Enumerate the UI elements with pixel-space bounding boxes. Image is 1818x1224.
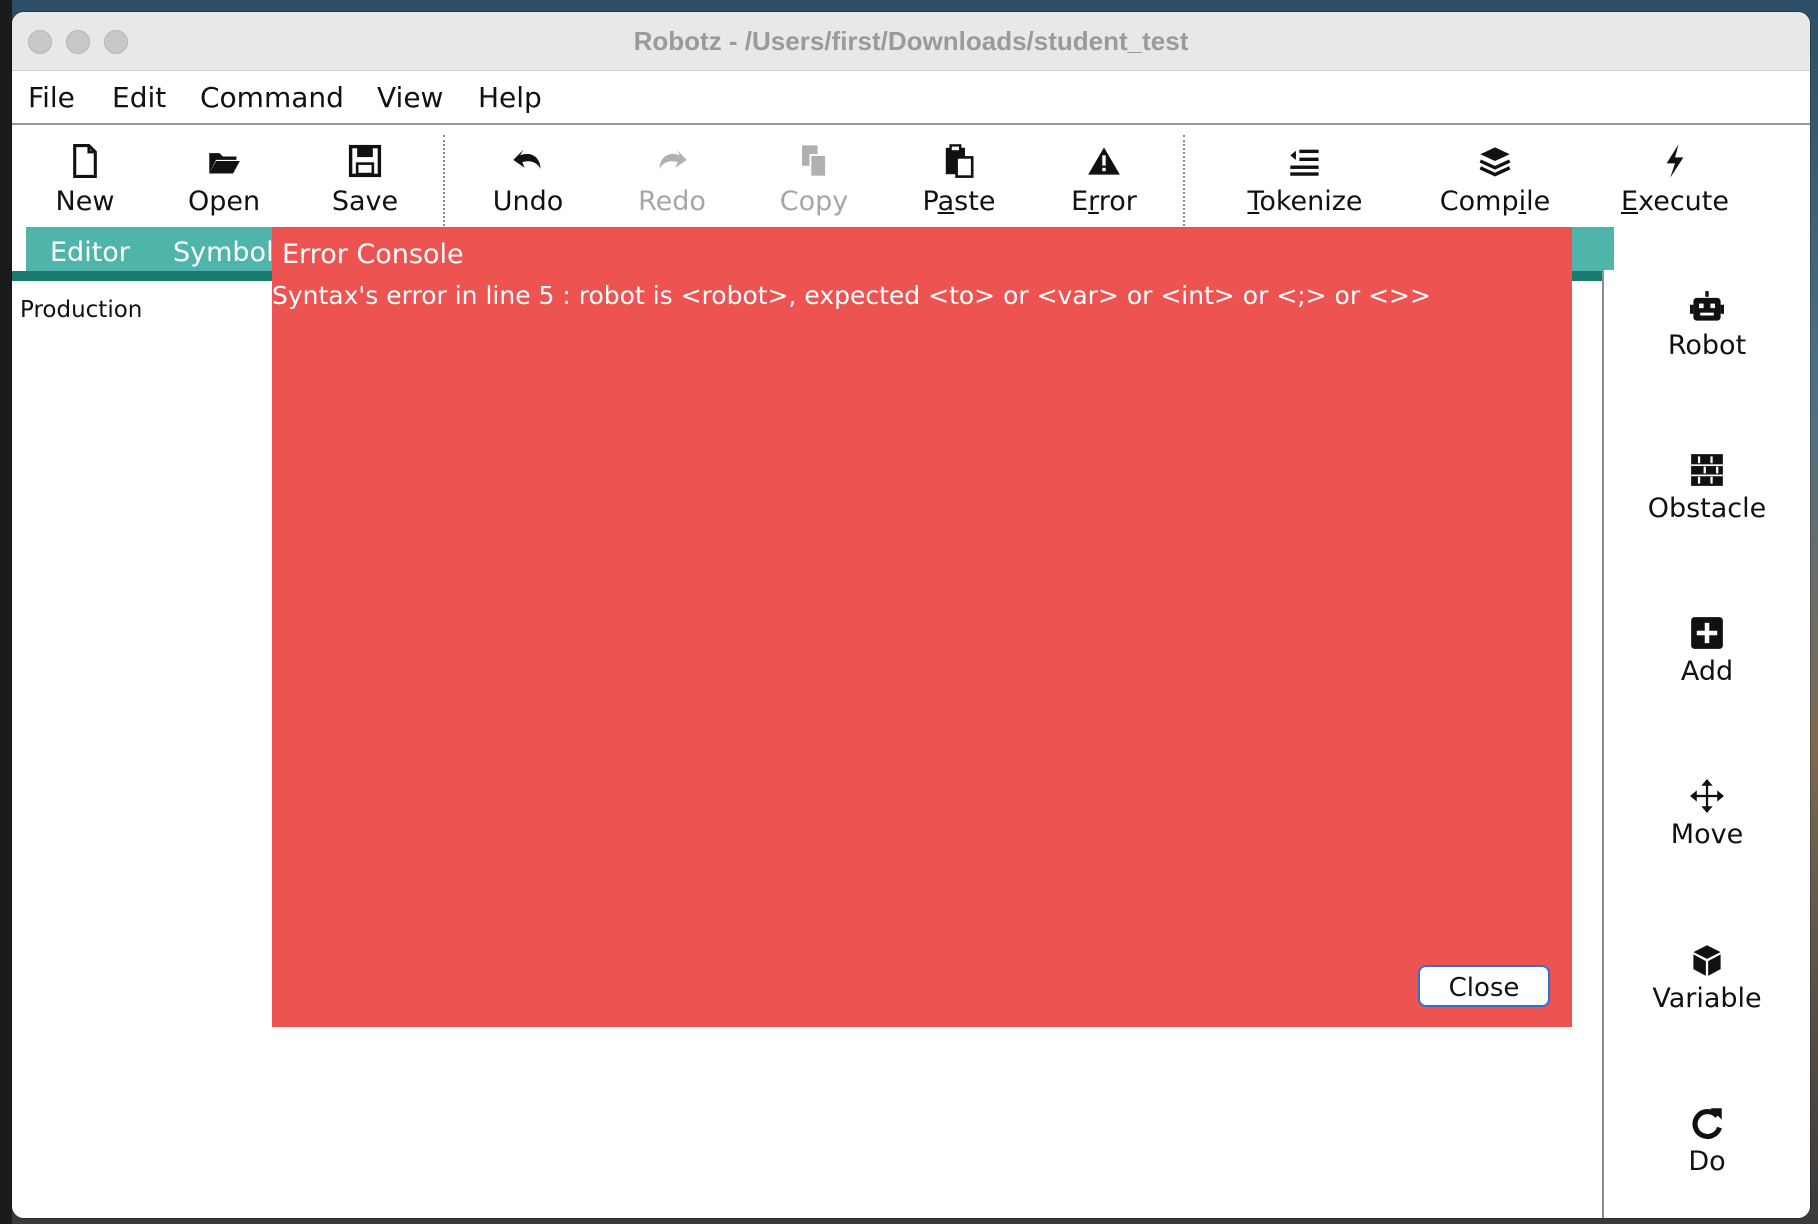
floppy-disk-icon <box>295 143 435 185</box>
save-button[interactable]: Save <box>295 143 435 219</box>
execute-label: Execute <box>1621 186 1729 217</box>
redo-button[interactable]: Redo <box>602 143 742 219</box>
obstacle-button[interactable]: Obstacle <box>1604 453 1810 524</box>
menu-command[interactable]: Command <box>200 81 344 114</box>
add-button[interactable]: Add <box>1604 616 1810 687</box>
open-label: Open <box>187 186 261 217</box>
open-button[interactable]: Open <box>154 143 294 219</box>
clipboard-paste-icon <box>889 143 1029 185</box>
error-console-dialog: Error Console Syntax's error in line 5 :… <box>272 227 1572 1027</box>
indent-list-icon <box>1234 143 1376 185</box>
tab-editor[interactable]: Editor <box>50 237 130 268</box>
window-title: Robotz - /Users/first/Downloads/student_… <box>633 26 1189 56</box>
compile-label: Compile <box>1439 186 1551 217</box>
command-sidebar: Robot Obstacle Add Move Variable Do <box>1604 270 1810 1218</box>
variable-button[interactable]: Variable <box>1604 943 1810 1014</box>
new-button[interactable]: New <box>15 143 155 219</box>
warning-triangle-icon <box>1034 143 1174 185</box>
error-button[interactable]: Error <box>1034 143 1174 219</box>
paste-label: Paste <box>922 186 996 217</box>
robot-button[interactable]: Robot <box>1604 290 1810 361</box>
undo-label: Undo <box>492 186 564 217</box>
robot-label: Robot <box>1667 330 1747 361</box>
move-button[interactable]: Move <box>1604 779 1810 850</box>
execute-button[interactable]: Execute <box>1604 143 1746 219</box>
error-label: Error <box>1071 186 1137 217</box>
app-window: Robotz - /Users/first/Downloads/student_… <box>12 12 1810 1218</box>
toolbar-separator <box>1183 135 1185 230</box>
cube-icon <box>1690 945 1724 981</box>
menu-file[interactable]: File <box>28 81 75 114</box>
move-label: Move <box>1670 819 1744 850</box>
new-label: New <box>55 186 115 217</box>
menu-edit[interactable]: Edit <box>112 81 166 114</box>
save-label: Save <box>331 186 399 217</box>
error-message: Syntax's error in line 5 : robot is <rob… <box>272 281 1431 310</box>
obstacle-label: Obstacle <box>1647 493 1767 524</box>
lightning-bolt-icon <box>1604 143 1746 185</box>
compile-button[interactable]: Compile <box>1424 143 1566 219</box>
do-label: Do <box>1688 1146 1726 1177</box>
move-arrows-icon <box>1690 779 1724 817</box>
plus-square-icon <box>1690 617 1724 654</box>
paste-button[interactable]: Paste <box>889 143 1029 219</box>
robot-icon <box>1690 291 1724 328</box>
folder-open-icon <box>154 143 294 185</box>
redo-arrow-icon <box>1690 1108 1724 1144</box>
do-button[interactable]: Do <box>1604 1106 1810 1177</box>
layers-icon <box>1424 143 1566 185</box>
title-bar: Robotz - /Users/first/Downloads/student_… <box>12 12 1810 71</box>
toolbar: New Open Save Undo Redo Copy Paste Error… <box>12 125 1810 237</box>
brick-wall-icon <box>1690 454 1724 491</box>
variable-label: Variable <box>1652 983 1762 1014</box>
copy-button[interactable]: Copy <box>744 143 884 219</box>
menu-view[interactable]: View <box>377 81 443 114</box>
toolbar-separator <box>443 135 445 230</box>
copy-icon <box>744 143 884 185</box>
tab-symbol[interactable]: Symbol <box>173 237 274 268</box>
redo-label: Redo <box>638 186 706 217</box>
close-button[interactable]: Close <box>1418 965 1550 1007</box>
add-label: Add <box>1680 656 1734 687</box>
tokenize-button[interactable]: Tokenize <box>1234 143 1376 219</box>
error-console-title: Error Console <box>282 239 464 270</box>
tokenize-label: Tokenize <box>1247 186 1363 217</box>
copy-label: Copy <box>779 186 849 217</box>
undo-icon <box>458 143 598 185</box>
undo-button[interactable]: Undo <box>458 143 598 219</box>
redo-icon <box>602 143 742 185</box>
menu-help[interactable]: Help <box>478 81 542 114</box>
production-label: Production <box>20 297 143 323</box>
desktop-background <box>0 0 12 1224</box>
new-file-icon <box>15 143 155 185</box>
menu-bar: File Edit Command View Help <box>12 71 1810 125</box>
